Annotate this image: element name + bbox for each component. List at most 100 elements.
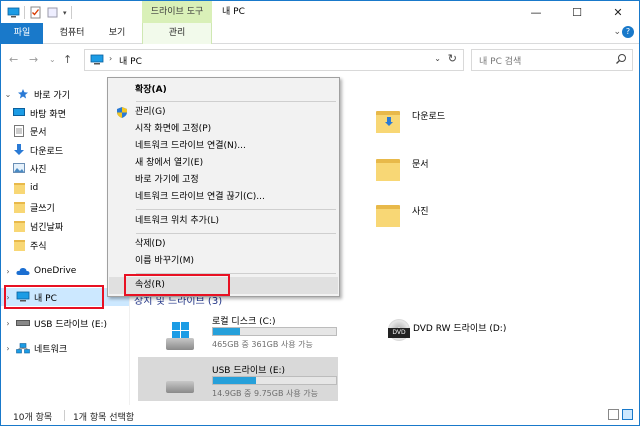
menu-item-map-drive[interactable]: 네트워크 드라이브 연결(N)... <box>109 138 338 155</box>
large-icons-view-icon[interactable] <box>622 409 633 420</box>
search-input[interactable]: 내 PC 검색 <box>471 49 633 71</box>
network-icon <box>15 342 31 354</box>
quick-access-toolbar: ▾ <box>7 6 72 19</box>
document-icon <box>11 125 27 137</box>
downloads-folder-icon[interactable] <box>376 107 400 133</box>
folder-label[interactable]: 다운로드 <box>412 109 445 122</box>
context-menu: 확장(A) 관리(G) 시작 화면에 고정(P) 네트워크 드라이브 연결(N)… <box>107 77 340 297</box>
properties-check-icon[interactable] <box>29 6 42 19</box>
selection-count: 1개 항목 선택함 <box>73 413 135 423</box>
menu-separator <box>136 101 336 102</box>
back-arrow-icon[interactable]: ← <box>9 53 18 66</box>
menu-item-rename[interactable]: 이름 바꾸기(M) <box>109 253 338 270</box>
windows-logo-icon <box>172 322 189 339</box>
collapse-chevron-icon[interactable]: › <box>1 319 15 328</box>
folder-icon <box>11 182 27 194</box>
menu-item-expand[interactable]: 확장(A) <box>109 82 338 99</box>
highlight-properties <box>124 274 230 296</box>
details-view-icon[interactable] <box>608 409 619 420</box>
desktop-icon <box>11 107 27 119</box>
nav-label: id <box>30 183 39 193</box>
refresh-icon[interactable]: ↻ <box>448 52 457 65</box>
pictures-folder-icon[interactable] <box>376 201 400 227</box>
breadcrumb[interactable]: 내 PC <box>119 54 142 67</box>
nav-label: OneDrive <box>34 266 77 276</box>
view-buttons <box>608 409 633 420</box>
menu-item-add-network-location[interactable]: 네트워크 위치 추가(L) <box>109 213 338 230</box>
drive-name: USB 드라이브 (E:) <box>212 366 286 376</box>
documents-folder-icon[interactable] <box>376 155 400 181</box>
usage-bar <box>212 327 337 336</box>
nav-usb-drive[interactable]: › USB 드라이브 (E:) <box>1 314 129 332</box>
minimize-button[interactable]: — <box>516 1 556 23</box>
menu-separator <box>136 233 336 234</box>
nav-label: 바탕 화면 <box>30 109 66 120</box>
window-title: 내 PC <box>222 7 245 17</box>
shield-icon <box>117 107 127 118</box>
tab-manage[interactable]: 관리 <box>142 23 212 44</box>
pc-icon[interactable] <box>7 6 20 19</box>
download-arrow-icon <box>11 144 27 156</box>
status-bar: 10개 항목 1개 항목 선택함 <box>1 405 639 425</box>
usb-drive-icon <box>15 317 31 329</box>
usage-fill <box>213 377 257 384</box>
hard-disk-icon <box>166 338 194 350</box>
forward-arrow-icon[interactable]: → <box>29 53 38 66</box>
address-bar[interactable]: › 내 PC ⌄ ↻ <box>84 49 464 71</box>
nav-label: 넘긴날짜 <box>30 222 64 233</box>
drive-name: DVD RW 드라이브 (D:) <box>413 324 507 334</box>
recent-dropdown-icon[interactable]: ⌄ <box>49 55 56 64</box>
drive-tools-label: 드라이브 도구 <box>142 1 212 23</box>
menu-item-disconnect-drive[interactable]: 네트워크 드라이브 연결 끊기(C)... <box>109 189 338 206</box>
menu-separator <box>136 209 336 210</box>
highlight-this-pc <box>4 285 104 309</box>
menu-item-pin-start[interactable]: 시작 화면에 고정(P) <box>109 121 338 138</box>
maximize-button[interactable]: ☐ <box>557 1 597 23</box>
address-row: ← → ⌄ ↑ › 내 PC ⌄ ↻ 내 PC 검색 <box>1 45 639 75</box>
ribbon-tabs: 파일 컴퓨터 보기 관리 ⌄ ? <box>1 23 639 44</box>
new-folder-icon[interactable] <box>46 6 59 19</box>
nav-network[interactable]: › 네트워크 <box>1 339 129 357</box>
nav-label: 다운로드 <box>30 146 64 157</box>
folder-label[interactable]: 문서 <box>412 157 429 170</box>
usage-fill <box>213 328 241 335</box>
breadcrumb-separator-icon[interactable]: › <box>109 54 112 63</box>
usage-bar <box>212 376 337 385</box>
menu-item-delete[interactable]: 삭제(D) <box>109 236 338 253</box>
collapse-chevron-icon[interactable]: › <box>1 344 15 353</box>
close-button[interactable]: ✕ <box>598 1 638 23</box>
search-icon <box>616 54 626 64</box>
menu-item-pin-quick-access[interactable]: 바로 가기에 고정 <box>109 172 338 189</box>
usb-drive-icon <box>166 381 194 393</box>
menu-item-open-new-window[interactable]: 새 창에서 열기(E) <box>109 155 338 172</box>
menu-item-manage[interactable]: 관리(G) <box>109 104 338 121</box>
dvd-icon: DVD <box>388 319 410 341</box>
drive-name: 로컬 디스크 (C:) <box>212 317 276 327</box>
picture-icon <box>11 162 27 174</box>
help-icon[interactable]: ? <box>622 26 634 38</box>
up-arrow-icon[interactable]: ↑ <box>63 53 72 66</box>
collapse-chevron-icon[interactable]: › <box>1 267 15 276</box>
pc-icon <box>90 54 104 65</box>
address-dropdown-icon[interactable]: ⌄ <box>434 54 441 63</box>
expand-chevron-icon[interactable]: ⌄ <box>1 90 15 99</box>
folder-icon <box>11 220 27 232</box>
qat-dropdown-icon[interactable]: ▾ <box>63 9 67 17</box>
nav-label: 네트워크 <box>34 344 68 355</box>
drive-capacity: 465GB 중 361GB 사용 가능 <box>212 340 313 349</box>
item-count: 10개 항목 <box>13 413 53 423</box>
explorer-window: ▾ 드라이브 도구 내 PC — ☐ ✕ 파일 컴퓨터 보기 관리 ⌄ ? ← … <box>0 0 640 426</box>
tab-file[interactable]: 파일 <box>1 23 43 44</box>
folder-icon <box>11 239 27 251</box>
star-icon <box>15 88 31 100</box>
cloud-icon <box>15 265 31 277</box>
tab-computer[interactable]: 컴퓨터 <box>49 23 95 44</box>
nav-label: 사진 <box>30 164 47 175</box>
nav-label: 주식 <box>30 241 47 252</box>
nav-label: 문서 <box>30 127 47 138</box>
drive-capacity: 14.9GB 중 9.75GB 사용 가능 <box>212 389 318 398</box>
tab-view[interactable]: 보기 <box>99 23 135 44</box>
expand-ribbon-icon[interactable]: ⌄ <box>613 27 621 37</box>
nav-label: USB 드라이브 (E:) <box>34 319 108 330</box>
folder-label[interactable]: 사진 <box>412 204 429 217</box>
